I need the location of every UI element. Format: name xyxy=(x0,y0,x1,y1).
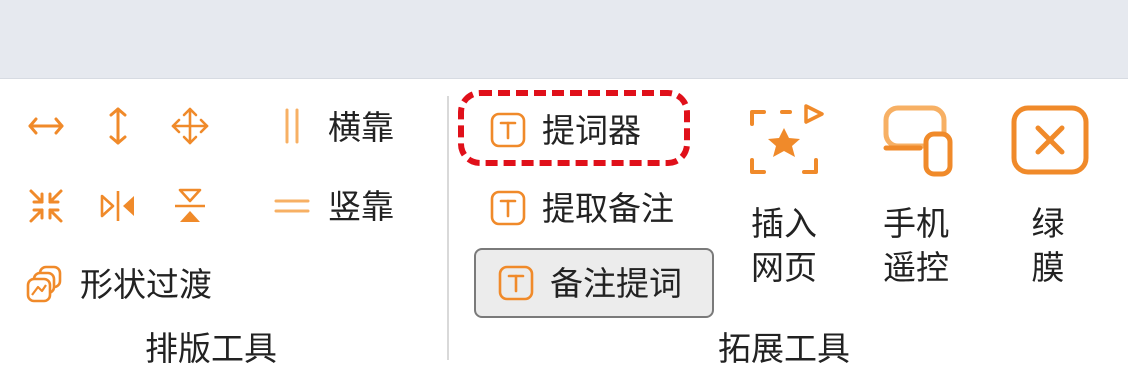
shape-transition-button[interactable]: 形状过渡 xyxy=(24,256,212,312)
teleprompter-label: 提词器 xyxy=(542,110,641,150)
shrink-icon[interactable] xyxy=(24,184,68,228)
title-bar-area xyxy=(0,0,1128,79)
green-screen-label-1: 绿 xyxy=(1031,204,1065,243)
shape-transition-icon xyxy=(24,264,66,304)
move-all-icon[interactable] xyxy=(168,104,212,148)
insert-webpage-label-1: 插入 xyxy=(751,204,817,243)
extract-notes-button[interactable]: 提取备注 xyxy=(488,180,674,236)
vertical-lines-icon xyxy=(270,104,314,148)
webpage-star-icon xyxy=(742,100,826,184)
group-divider xyxy=(447,96,449,360)
teleprompter-button[interactable]: 提词器 xyxy=(488,102,641,158)
text-t-icon xyxy=(488,188,528,228)
vertical-spread-icon[interactable] xyxy=(96,104,140,148)
phone-remote-label-2: 遥控 xyxy=(883,248,949,287)
phone-remote-label-1: 手机 xyxy=(883,204,949,243)
text-t-icon xyxy=(496,263,536,303)
text-t-icon xyxy=(488,110,528,150)
close-box-icon xyxy=(1006,100,1090,184)
shape-transition-label: 形状过渡 xyxy=(80,264,212,304)
insert-webpage-label-2: 网页 xyxy=(751,248,817,287)
green-screen-button[interactable]: 绿 膜 xyxy=(1000,100,1096,290)
notes-prompt-label: 备注提词 xyxy=(550,263,682,303)
phone-remote-button[interactable]: 手机 遥控 xyxy=(868,100,964,290)
mirror-vertical-icon[interactable] xyxy=(168,184,212,228)
insert-webpage-button[interactable]: 插入 网页 xyxy=(736,100,832,290)
notes-prompt-button[interactable]: 备注提词 xyxy=(474,248,714,318)
green-screen-label-2: 膜 xyxy=(1031,248,1065,287)
horizontal-spread-icon[interactable] xyxy=(24,104,68,148)
extract-notes-label: 提取备注 xyxy=(542,188,674,228)
horizontal-dock-button[interactable]: 横靠 xyxy=(328,111,394,144)
extend-tools-group-title: 拓展工具 xyxy=(718,329,850,368)
phone-remote-icon xyxy=(874,100,958,184)
vertical-dock-button[interactable]: 竖靠 xyxy=(328,190,394,223)
mirror-horizontal-icon[interactable] xyxy=(96,184,140,228)
horizontal-lines-icon xyxy=(270,184,314,228)
layout-tools-group-title: 排版工具 xyxy=(145,329,277,368)
